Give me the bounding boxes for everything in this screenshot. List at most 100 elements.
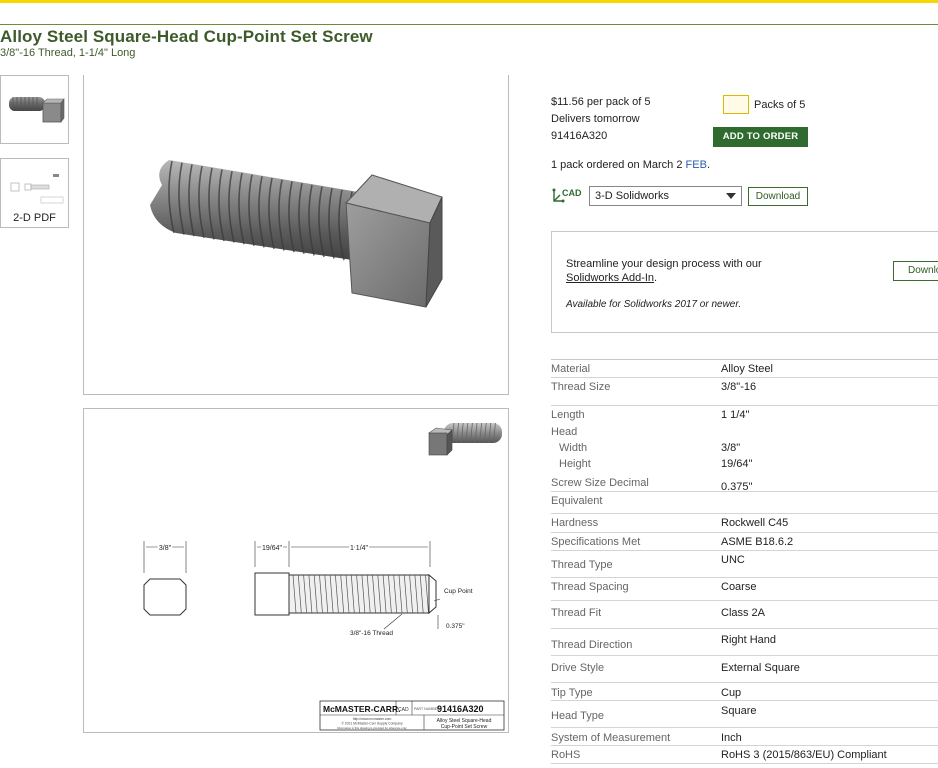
spec-value: Right Hand [721,634,777,646]
spec-row-thread-direction: Thread Direction Right Hand [551,629,938,656]
drawing-copyright: © 2021 McMaster-Carr Supply Company [341,722,403,726]
spec-label: Thread Spacing [551,581,629,593]
spec-value: External Square [721,662,800,674]
specifications-table: Material Alloy Steel Thread Size 3/8"-16… [551,359,938,764]
spec-label: Drive Style [551,662,605,674]
addin-note: Available for Solidworks 2017 or newer. [566,299,742,310]
thumbnail-2d-pdf[interactable]: 2-D PDF [0,158,69,228]
screw-mini-render [428,422,502,456]
drawing-disclaimer: Information in this drawing is provided … [337,726,407,730]
order-history-link[interactable]: FEB [686,159,707,171]
spec-label: Thread Fit [551,607,602,619]
drawing-brand: McMASTER-CARR. [323,704,400,714]
drawing-part-number: 91416A320 [437,704,484,714]
spec-row-thread-fit: Thread Fit Class 2A [551,601,938,629]
dim-head-label: 19/64" [262,545,283,552]
addin-download-button[interactable]: Download [893,261,938,281]
spec-value: 19/64" [721,458,753,470]
spec-label: Thread Direction [551,639,633,651]
spec-row-screw-size-decimal: Equivalent 0.375" [551,481,938,514]
spec-row-thread-spacing: Thread Spacing Coarse [551,578,938,601]
spec-row-thread-size: Thread Size 3/8"-16 [551,378,938,406]
spec-row-tip-type: Tip Type Cup [551,683,938,701]
spec-label: Head [551,426,578,438]
spec-row-rohs: RoHS RoHS 3 (2015/863/EU) Compliant [551,746,938,764]
spec-value: 1 1/4" [721,409,750,421]
spec-label: Tip Type [551,687,593,699]
dim-length-label: 1 1/4" [350,545,369,552]
spec-row-head-type: Head Type Square [551,701,938,728]
spec-label: Thread Size [551,381,611,393]
spec-row-drive-style: Drive Style External Square [551,656,938,683]
spec-value: Coarse [721,581,757,593]
drawing-caption-2: Cup-Point Set Screw [441,724,488,730]
spec-value: 3/8" [721,442,741,454]
page-title: Alloy Steel Square-Head Cup-Point Set Sc… [0,27,373,46]
dimension-drawing: 3/8" 19/64" 1 1/4" Cup Point 0.375" 3/8"… [143,422,505,731]
spec-label: Material [551,363,591,375]
addin-link[interactable]: Solidworks Add-In [566,272,654,284]
spec-label: Hardness [551,517,599,529]
spec-label: System of Measurement [551,732,671,744]
chevron-down-icon [726,193,736,199]
thread-label: 3/8"-16 Thread [350,630,393,637]
part-number: 91416A320 [551,130,608,142]
page-subtitle: 3/8"-16 Thread, 1-1/4" Long [0,47,136,59]
add-to-order-button[interactable]: ADD TO ORDER [713,127,808,147]
drawing-cad-tag: CAD [398,707,409,713]
drawing-website: http://www.mcmaster.com [353,717,392,721]
spec-row-material: Material Alloy Steel [551,360,938,378]
spec-value: ASME B18.6.2 [721,536,794,548]
spec-sub-label: Width [559,442,588,454]
spec-value: Class 2A [721,607,766,619]
spec-value: Cup [721,687,742,699]
main-product-image [83,75,509,395]
spec-value: 3/8"-16 [721,381,757,393]
cup-dim-label: 0.375" [446,623,465,630]
spec-row-length-head: Length 1 1/4" Head Width 3/8" Height 19/… [551,406,938,492]
cad-download-button[interactable]: Download [748,187,808,206]
quantity-input[interactable] [723,95,749,114]
thumbnail-3d-image[interactable] [0,75,69,144]
spec-value: Alloy Steel [721,363,773,375]
spec-row-thread-type: Thread Type UNC [551,551,938,578]
addin-period: . [654,272,658,284]
cad-label: CAD [562,188,582,198]
spec-value: UNC [721,554,745,566]
addin-text: Streamline your design process with our [566,258,762,270]
spec-value: RoHS 3 (2015/863/EU) Compliant [721,749,887,761]
spec-label: Head Type [551,710,605,722]
cad-icon: CAD [551,187,583,210]
spec-value: Square [721,705,757,717]
spec-row-system: System of Measurement Inch [551,728,938,746]
solidworks-addin-box: Streamline your design process with our … [551,231,938,333]
spec-value: 0.375" [721,481,753,493]
thumbnail-label: 2-D PDF [13,212,56,224]
dim-width-label: 3/8" [159,545,172,552]
title-divider [0,24,938,25]
spec-value: Rockwell C45 [721,517,789,529]
quantity-unit-label: Packs of 5 [754,99,806,111]
screw-thumbnail-icon [9,97,65,123]
price-text: $11.56 per pack of 5 [551,96,651,108]
spec-label: Screw Size Decimal [551,477,649,489]
spec-sub-label: Height [559,458,591,470]
cad-format-value: 3-D Solidworks [595,190,669,202]
technical-drawing: 3/8" 19/64" 1 1/4" Cup Point 0.375" 3/8"… [83,408,509,733]
drawing-title-block: McMASTER-CARR. CAD PART NUMBER 91416A320… [319,700,505,731]
order-history-text: 1 pack ordered on March 2 FEB. [551,159,710,171]
top-accent-bar [0,0,938,3]
delivery-text: Delivers tomorrow [551,113,640,125]
set-screw-3d-image [150,160,443,308]
spec-label: RoHS [551,749,581,761]
cad-format-select[interactable]: 3-D Solidworks [589,186,742,206]
spec-label: Length [551,409,585,421]
spec-label: Specifications Met [551,536,641,548]
order-history-label: 1 pack ordered on March 2 [551,159,683,171]
spec-value: Inch [721,732,742,744]
spec-label: Equivalent [551,495,603,507]
spec-row-hardness: Hardness Rockwell C45 [551,514,938,533]
spec-label: Thread Type [551,559,613,571]
spec-row-specifications: Specifications Met ASME B18.6.2 [551,533,938,551]
pdf-drawing-icon [10,174,64,204]
